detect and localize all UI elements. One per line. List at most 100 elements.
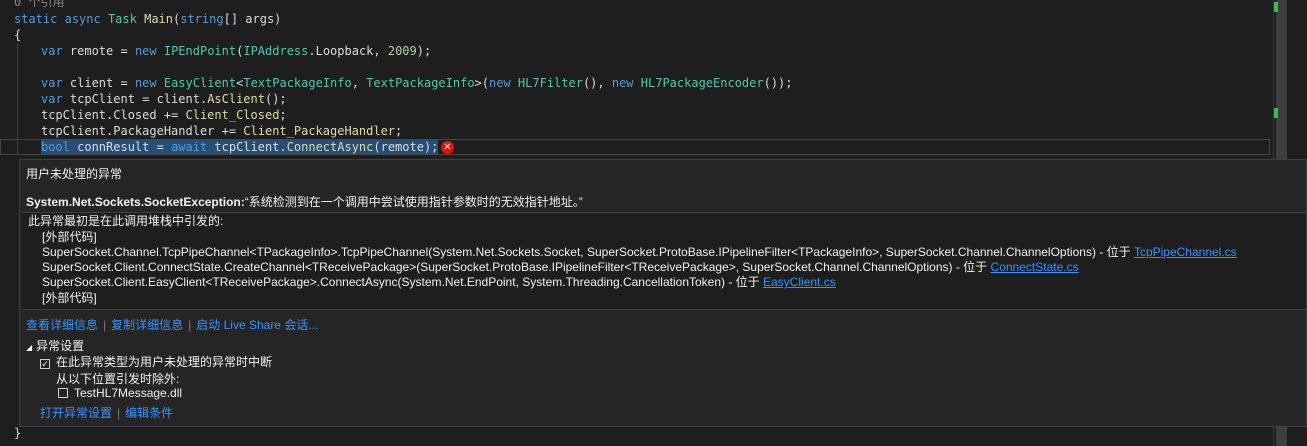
type-name: TextPackageInfo [366,76,475,90]
code-text: ); [416,44,432,58]
exception-helper-popup: 用户未处理的异常 System.Net.Sockets.SocketExcept… [19,159,1307,427]
exception-line: System.Net.Sockets.SocketException:“系统检测… [26,193,583,210]
code-text: client = [62,76,135,90]
change-marker [1274,2,1278,12]
code-text: tcpClient = client. [62,92,208,106]
type-name: TextPackageInfo [243,76,352,90]
except-when-thrown-label: 从以下位置引发时除外: [56,372,180,386]
keyword: await [171,140,208,154]
code-line-remote[interactable]: var remote = new IPEndPoint(IPAddress.Lo… [41,43,431,59]
type-name: HL7PackageEncoder [640,76,764,90]
method-name: Client_PackageHandler [243,124,396,138]
separator: | [103,318,107,332]
stack-frame-text: SuperSocket.Channel.TcpPipeChannel<TPack… [42,245,1134,259]
keyword: var [41,44,63,58]
method-name: ConnectAsync [286,140,374,154]
collapse-triangle-icon[interactable]: ◢ [26,343,32,352]
code-line-tcpclient[interactable]: var tcpClient = client.AsClient(); [41,91,287,107]
change-marker [1274,108,1278,118]
stack-frame: SuperSocket.Channel.TcpPipeChannel<TPack… [42,245,1237,260]
popup-title: 用户未处理的异常 [26,167,123,181]
stack-frame: [外部代码] [42,230,97,245]
code-line-connect[interactable]: bool connResult = await tcpClient.Connec… [41,139,439,155]
code-text: connResult = [69,140,172,154]
type-name: Task [107,12,137,26]
stack-header: 此异常最初是在此调用堆栈中引发的: [28,214,224,228]
code-text: .Loopback, [308,44,388,58]
action-links: 查看详细信息 | 复制详细信息 | 启动 Live Share 会话... [26,316,318,333]
break-checkbox[interactable]: ✓ [40,359,50,369]
code-line-main-signature[interactable]: static async Task Main(string[] args) [14,11,281,27]
method-name: AsClient [207,92,265,106]
code-line-closed[interactable]: tcpClient.Closed += Client_Closed; [41,107,287,123]
type-name: IPAddress [243,44,309,58]
source-file-link[interactable]: EasyClient.cs [763,275,836,289]
exception-message: “系统检测到在一个调用中尝试使用指针参数时的无效指针地址。” [244,195,583,209]
exception-type: System.Net.Sockets.SocketException: [26,195,245,209]
keyword: new [611,76,634,90]
reference-count[interactable]: 0 个引用 [14,0,64,10]
keyword: var [41,92,63,106]
keyword: async [64,12,101,26]
break-checkbox-label: 在此异常类型为用户未处理的异常时中断 [56,355,273,369]
code-text: , [351,76,367,90]
edit-conditions-link[interactable]: 编辑条件 [125,406,173,420]
keyword: string [180,12,224,26]
number-literal: 2009 [387,44,417,58]
code-text: ; [395,124,403,138]
break-when-unhandled-option[interactable]: ✓ 在此异常类型为用户未处理的异常时中断 [40,353,272,370]
type-name: EasyClient [163,76,237,90]
type-name: IPEndPoint [163,44,237,58]
stack-frame-text: [外部代码] [42,230,97,244]
call-stack-box: 此异常最初是在此调用堆栈中引发的: [外部代码] SuperSocket.Cha… [22,212,1306,310]
view-details-link[interactable]: 查看详细信息 [26,318,98,332]
copy-details-link[interactable]: 复制详细信息 [111,318,183,332]
code-text: tcpClient. [207,140,287,154]
exception-settings-header[interactable]: ◢ 异常设置 [26,337,84,354]
code-line-close-brace[interactable]: } [14,425,21,441]
source-file-link[interactable]: ConnectState.cs [991,260,1079,274]
code-text: (); [264,92,287,106]
code-text: >( [474,76,489,90]
stack-frame: [外部代码] [42,291,97,306]
code-text: ; [279,108,287,122]
code-text: ()); [763,76,793,90]
code-line-handler[interactable]: tcpClient.PackageHandler += Client_Packa… [41,123,402,139]
stack-frame-text: SuperSocket.Client.ConnectState.CreateCh… [42,260,991,274]
type-name: HL7Filter [517,76,583,90]
stack-frame-text: SuperSocket.Client.EasyClient<TReceivePa… [42,275,764,289]
open-exception-settings-link[interactable]: 打开异常设置 [40,406,112,420]
source-file-link[interactable]: TcpPipeChannel.cs [1134,245,1237,259]
code-text: tcpClient.PackageHandler += [41,124,244,138]
keyword: bool [41,140,70,154]
code-text: (remote); [373,140,439,154]
stack-frame: SuperSocket.Client.ConnectState.CreateCh… [42,260,1079,275]
keyword: new [489,76,511,90]
code-text: remote = [62,44,135,58]
stack-frame: SuperSocket.Client.EasyClient<TReceivePa… [42,275,836,290]
code-text: [] args) [223,12,282,26]
keyword: var [41,76,63,90]
method-name: Client_Closed [185,108,280,122]
module-checkbox[interactable] [58,388,68,398]
error-icon[interactable]: ✕ [441,141,454,154]
separator: | [188,318,192,332]
code-line-open-brace[interactable]: { [14,27,21,43]
module-checkbox-label: TestHL7Message.dll [74,386,183,400]
method-name: Main [144,12,173,26]
code-text: tcpClient.Closed += [41,108,186,122]
live-share-link[interactable]: 启动 Live Share 会话... [196,318,318,332]
code-text: (), [582,76,612,90]
settings-header-label: 异常设置 [36,339,85,353]
keyword: new [134,44,157,58]
module-exclusion-option[interactable]: TestHL7Message.dll [58,386,182,400]
footer-links: 打开异常设置 | 编辑条件 [40,404,173,421]
stack-frame-text: [外部代码] [42,291,97,305]
separator: | [117,406,121,420]
keyword: static [14,12,58,26]
code-line-client[interactable]: var client = new EasyClient<TextPackageI… [41,75,793,91]
